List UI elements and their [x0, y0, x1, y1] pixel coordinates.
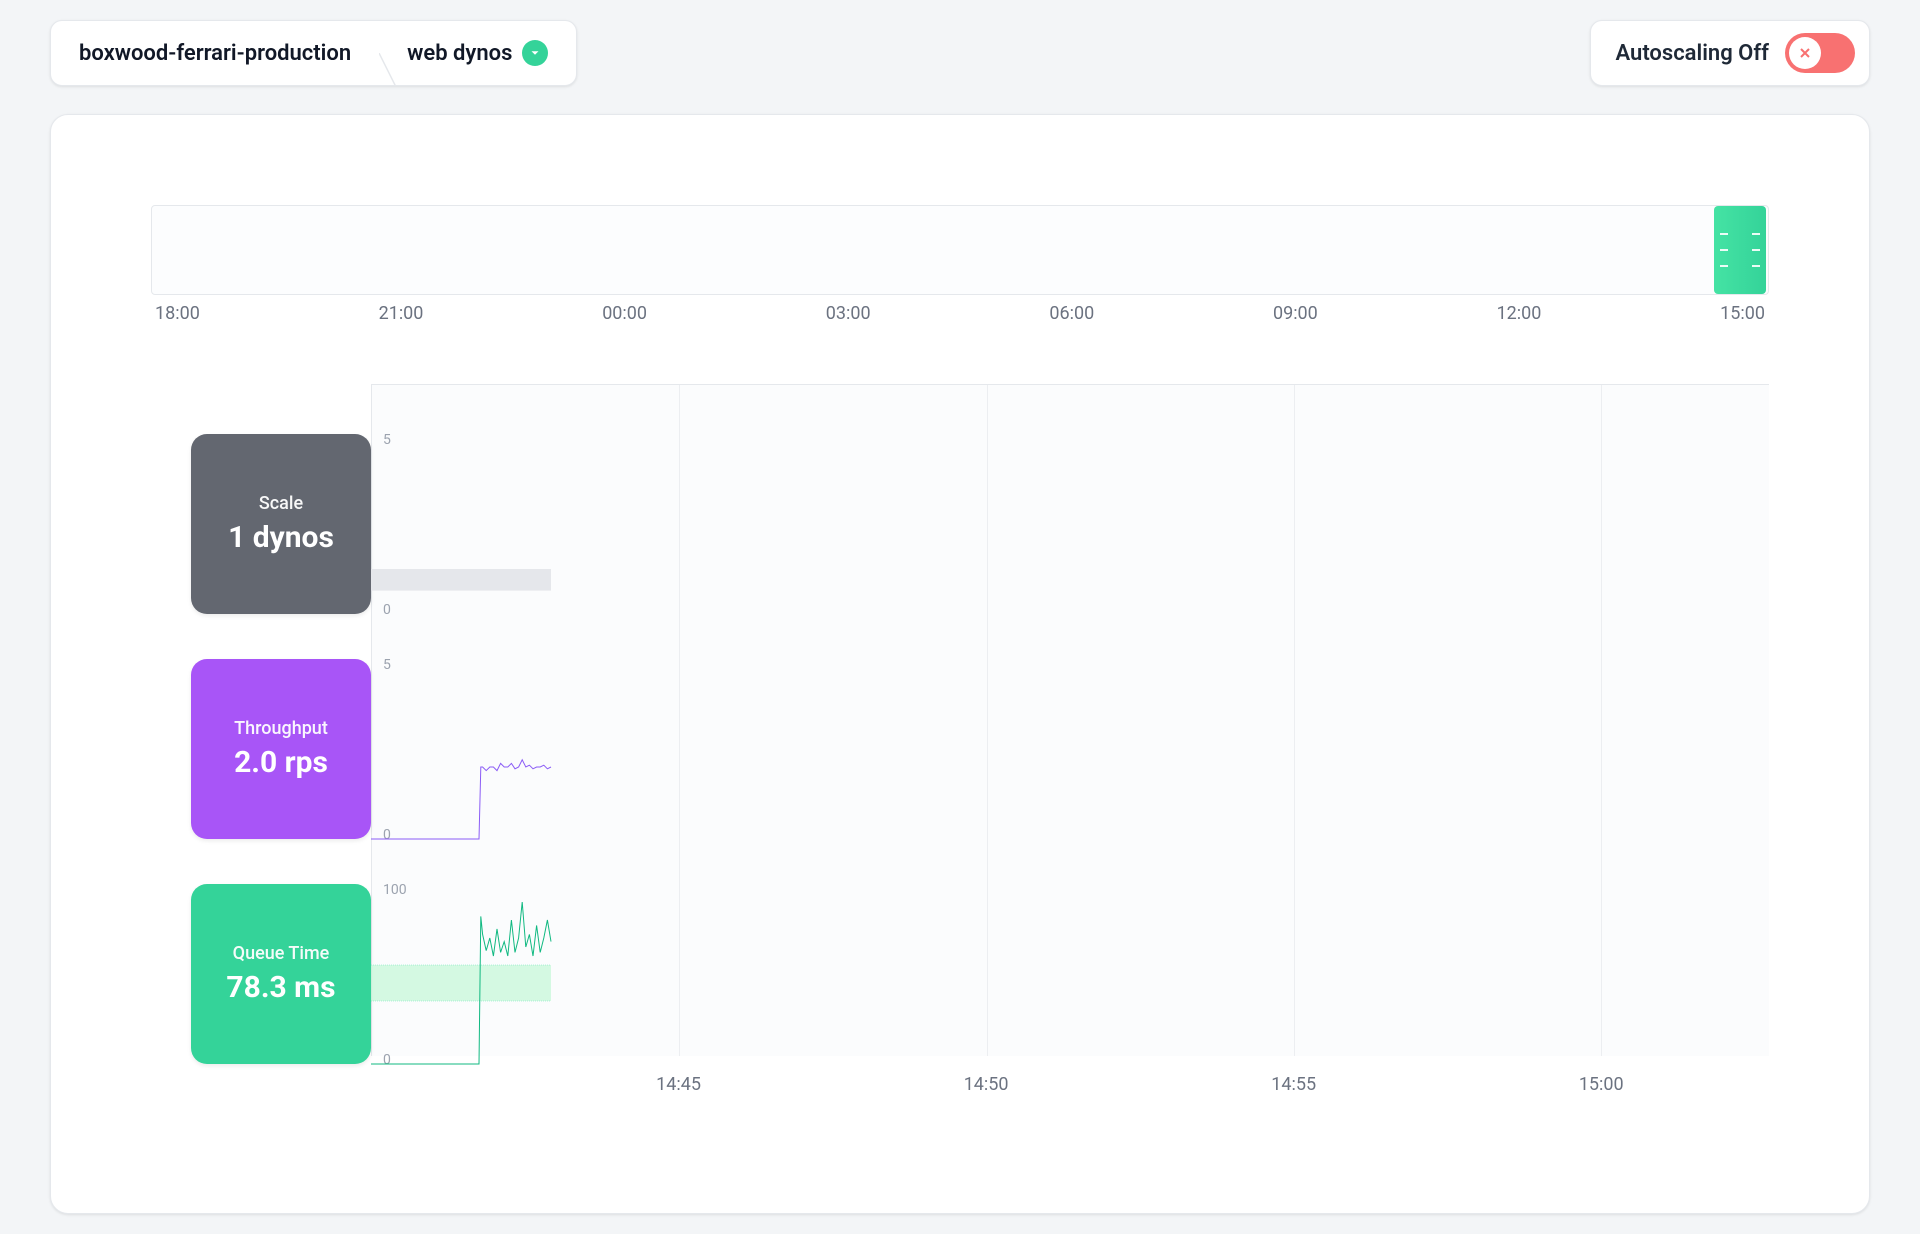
grip-icon	[1720, 233, 1728, 267]
metrics-card: 18:00 21:00 00:00 03:00 06:00 09:00 12:00 15:00…	[50, 114, 1870, 1214]
overview-ticks: 18:00 21:00 00:00 03:00 06:00 09:00 12:00 15:00	[151, 303, 1769, 324]
tile-scale[interactable]: Scale 1 dynos	[191, 434, 371, 614]
breadcrumb-page[interactable]: web dynos	[379, 21, 576, 85]
tile-queue-label: Queue Time	[233, 943, 330, 964]
chevron-down-icon[interactable]	[522, 40, 548, 66]
detail-tick: 14:50	[964, 1074, 1009, 1095]
tile-throughput[interactable]: Throughput 2.0 rps	[191, 659, 371, 839]
chart-scale	[371, 434, 551, 614]
tile-scale-label: Scale	[259, 493, 303, 514]
close-icon	[1789, 37, 1821, 69]
tile-scale-value: 1 dynos	[228, 520, 334, 555]
chart-throughput	[371, 659, 551, 839]
breadcrumb-page-label: web dynos	[407, 41, 512, 66]
grip-icon	[1752, 233, 1760, 267]
tile-throughput-label: Throughput	[234, 718, 328, 739]
chart-background	[371, 384, 1769, 1056]
overview-tick: 15:00	[1720, 303, 1765, 324]
autoscaling-control: Autoscaling Off	[1590, 20, 1870, 86]
overview-tick: 12:00	[1497, 303, 1542, 324]
detail-ticks: 14:45 14:50 14:55 15:00	[371, 1064, 1769, 1104]
detail-tick: 14:55	[1271, 1074, 1316, 1095]
overview-timeline[interactable]	[151, 205, 1769, 295]
detail-tick: 15:00	[1579, 1074, 1624, 1095]
breadcrumb: boxwood-ferrari-production web dynos	[50, 20, 577, 86]
autoscaling-toggle[interactable]	[1785, 33, 1855, 73]
chart-queue	[371, 884, 551, 1064]
breadcrumb-app-label: boxwood-ferrari-production	[79, 41, 351, 66]
breadcrumb-app[interactable]: boxwood-ferrari-production	[51, 21, 379, 85]
overview-tick: 06:00	[1049, 303, 1094, 324]
overview-tick: 00:00	[602, 303, 647, 324]
tile-queue-value: 78.3 ms	[226, 970, 335, 1005]
overview-tick: 03:00	[826, 303, 871, 324]
overview-brush-handle[interactable]	[1714, 206, 1766, 294]
overview-tick: 21:00	[379, 303, 424, 324]
overview-tick: 09:00	[1273, 303, 1318, 324]
detail-charts: Scale 1 dynos 5 0 Throughput 2.0 rps 5 0…	[151, 384, 1769, 1104]
tile-queue[interactable]: Queue Time 78.3 ms	[191, 884, 371, 1064]
tile-throughput-value: 2.0 rps	[234, 745, 328, 780]
autoscaling-label: Autoscaling Off	[1615, 41, 1769, 66]
overview-tick: 18:00	[155, 303, 200, 324]
detail-tick: 14:45	[656, 1074, 701, 1095]
